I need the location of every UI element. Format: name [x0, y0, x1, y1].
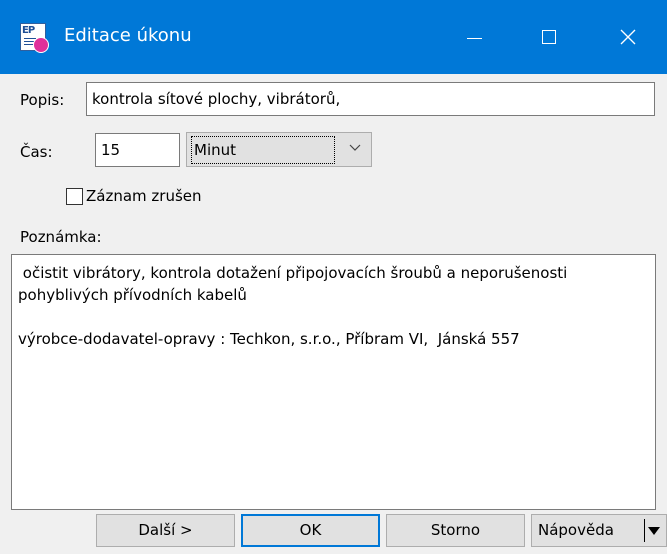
- title-bar[interactable]: EP Editace úkonu: [0, 0, 667, 74]
- minimize-button[interactable]: [439, 0, 509, 74]
- napoveda-button[interactable]: Nápověda: [531, 514, 667, 547]
- dropdown-arrow-icon[interactable]: [648, 527, 660, 535]
- cas-label: Čas:: [20, 143, 53, 161]
- poznamka-textarea[interactable]: očistit vibrátory, kontrola dotažení při…: [11, 254, 656, 510]
- close-button[interactable]: [593, 0, 663, 74]
- time-unit-select[interactable]: Minut: [186, 132, 372, 167]
- note-line: výrobce-dodavatel-opravy : Techkon, s.r.…: [18, 330, 520, 348]
- dalsi-button[interactable]: Další >: [96, 514, 235, 547]
- app-icon-text: EP: [22, 25, 35, 36]
- note-line: očistit vibrátory, kontrola dotažení při…: [18, 264, 568, 282]
- time-unit-value: Minut: [191, 136, 335, 164]
- cas-input[interactable]: 15: [95, 133, 180, 167]
- popis-label: Popis:: [20, 91, 65, 109]
- note-line: pohyblivých přívodních kabelů: [18, 286, 247, 304]
- chevron-down-icon: [349, 144, 361, 151]
- popis-input[interactable]: kontrola sítové plochy, vibrátorů,: [86, 82, 655, 116]
- napoveda-label: Nápověda: [538, 521, 614, 539]
- ok-button[interactable]: OK: [241, 514, 380, 547]
- storno-button[interactable]: Storno: [386, 514, 525, 547]
- app-icon: EP: [20, 23, 49, 53]
- zaznam-zrusen-label[interactable]: Záznam zrušen: [86, 187, 202, 205]
- poznamka-label: Poznámka:: [20, 228, 102, 246]
- window-title: Editace úkonu: [64, 25, 192, 46]
- zaznam-zrusen-checkbox[interactable]: [66, 188, 83, 205]
- maximize-button[interactable]: [514, 0, 584, 74]
- close-icon: [620, 29, 636, 45]
